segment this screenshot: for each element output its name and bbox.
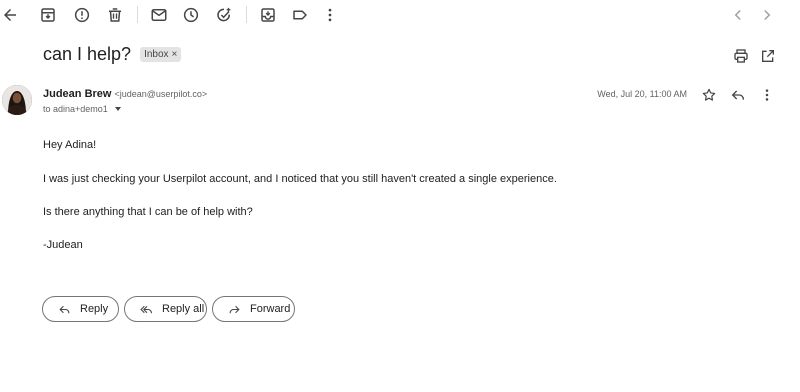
archive-icon[interactable]: [38, 5, 58, 25]
sender-line: Judean Brew <judean@userpilot.co>: [43, 88, 207, 100]
recipient-text: to adina+demo1: [43, 104, 108, 114]
star-icon[interactable]: [699, 85, 719, 105]
reply-icon: [59, 305, 70, 313]
body-paragraph: I was just checking your Userpilot accou…: [43, 173, 557, 185]
toolbar: [0, 0, 800, 30]
reply-button-label: Reply: [80, 303, 109, 315]
back-arrow-icon[interactable]: [0, 5, 20, 25]
body-greeting: Hey Adina!: [43, 139, 97, 151]
sender-email: <judean@userpilot.co>: [114, 89, 208, 99]
reply-all-button-label: Reply all: [162, 303, 205, 315]
toolbar-separator: [137, 6, 138, 23]
snooze-icon[interactable]: [181, 5, 201, 25]
move-to-icon[interactable]: [258, 5, 278, 25]
delete-icon[interactable]: [105, 5, 125, 25]
body-signature: -Judean: [43, 239, 83, 251]
reply-all-icon: [140, 305, 152, 313]
subject-row: can I help? Inbox ×: [43, 44, 182, 65]
forward-button-label: Forward: [250, 303, 291, 315]
add-to-tasks-icon[interactable]: [214, 5, 234, 25]
forward-button[interactable]: Forward: [212, 296, 295, 322]
toolbar-separator: [246, 6, 247, 23]
remove-label-icon[interactable]: ×: [172, 49, 178, 60]
reply-all-button[interactable]: Reply all: [124, 296, 207, 322]
email-subject: can I help?: [43, 44, 132, 64]
label-chip-text: Inbox: [144, 49, 169, 60]
more-vert-icon[interactable]: [757, 85, 777, 105]
print-all-icon[interactable]: [731, 46, 751, 66]
email-date: Wed, Jul 20, 11:00 AM: [597, 89, 687, 99]
inbox-label-chip[interactable]: Inbox ×: [140, 47, 182, 62]
label-icon[interactable]: [290, 5, 310, 25]
older-chevron-left-icon[interactable]: [728, 5, 748, 25]
more-vert-icon[interactable]: [320, 5, 340, 25]
sender-name[interactable]: Judean Brew: [43, 88, 111, 100]
forward-icon: [229, 305, 240, 313]
chevron-down-icon: [114, 107, 121, 111]
reply-icon[interactable]: [728, 85, 748, 105]
sender-avatar[interactable]: [2, 85, 32, 115]
recipient-details-toggle[interactable]: to adina+demo1: [43, 104, 121, 114]
body-paragraph: Is there anything that I can be of help …: [43, 206, 253, 218]
mark-unread-icon[interactable]: [149, 5, 169, 25]
open-in-new-window-icon[interactable]: [758, 46, 778, 66]
reply-button[interactable]: Reply: [42, 296, 119, 322]
report-spam-icon[interactable]: [72, 5, 92, 25]
newer-chevron-right-icon[interactable]: [757, 5, 777, 25]
